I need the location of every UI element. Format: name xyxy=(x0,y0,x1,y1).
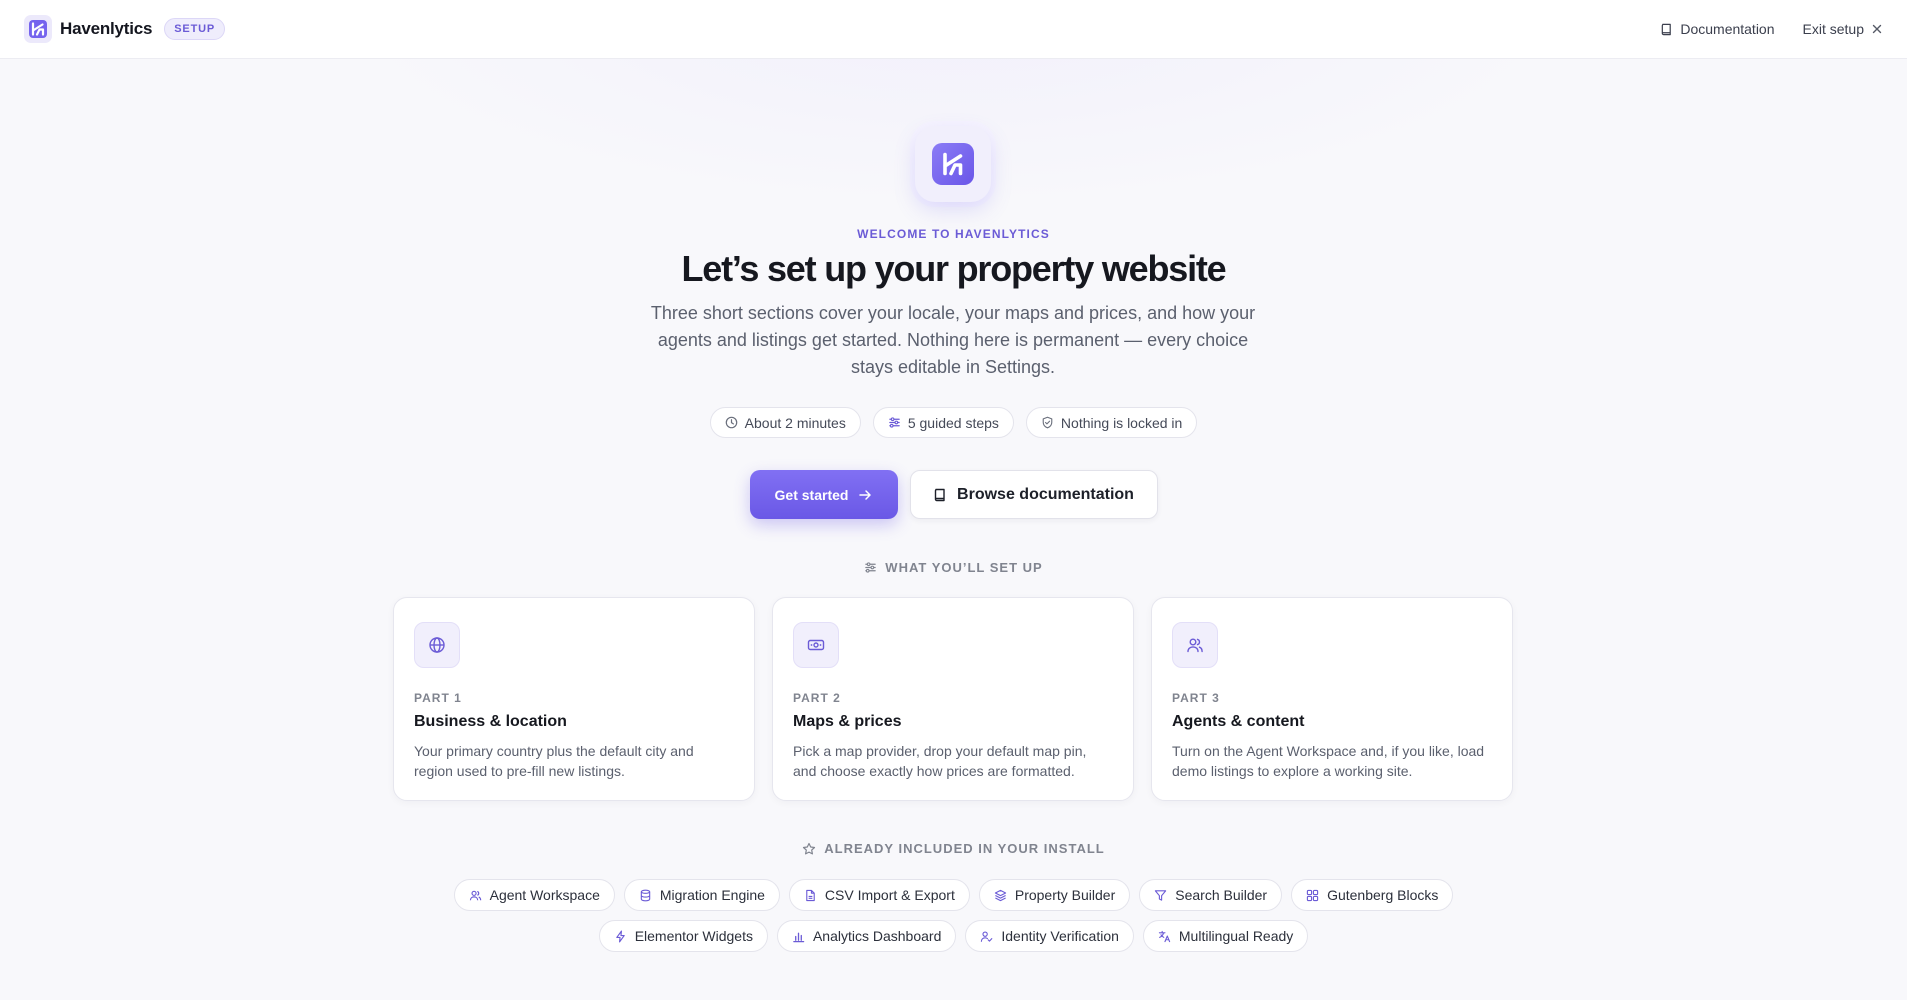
feature-label: Analytics Dashboard xyxy=(812,928,942,944)
database-icon xyxy=(639,889,652,902)
hero-logo xyxy=(915,126,991,202)
havenlytics-logo-icon xyxy=(24,15,52,43)
included-features: Agent Workspace Migration Engine CSV Imp… xyxy=(420,879,1487,952)
card-description: Pick a map provider, drop your default m… xyxy=(793,743,1087,779)
brand-name: Havenlytics xyxy=(60,19,153,38)
grid-icon xyxy=(1306,889,1319,902)
clock-icon xyxy=(725,416,738,429)
feature-migration-engine: Migration Engine xyxy=(623,879,780,911)
feature-property-builder: Property Builder xyxy=(978,879,1131,911)
card-title: Maps & prices xyxy=(793,713,902,730)
locked-chip-label: Nothing is locked in xyxy=(1060,414,1183,431)
feature-label: Search Builder xyxy=(1175,887,1268,903)
file-icon xyxy=(804,889,817,902)
setup-section-label: WHAT YOU’LL SET UP xyxy=(0,560,1907,575)
feature-analytics-dashboard: Analytics Dashboard xyxy=(776,920,957,952)
card-title: Business & location xyxy=(414,713,567,730)
feature-label: Elementor Widgets xyxy=(634,928,753,944)
setup-badge: SETUP xyxy=(164,18,225,40)
browse-documentation-label: Browse documentation xyxy=(957,485,1134,503)
layers-icon xyxy=(994,889,1007,902)
bolt-icon xyxy=(614,930,627,943)
feature-label: Identity Verification xyxy=(1001,928,1119,944)
setup-card-business-location: PART 1 Business & location Your primary … xyxy=(393,597,755,801)
setup-cards: PART 1 Business & location Your primary … xyxy=(393,597,1513,801)
included-section-label: ALREADY INCLUDED IN YOUR INSTALL xyxy=(0,841,1907,856)
feature-csv-import-export: CSV Import & Export xyxy=(788,879,970,911)
brand[interactable]: Havenlytics SETUP xyxy=(24,15,225,43)
sliders-icon xyxy=(888,416,901,429)
users-icon xyxy=(1172,622,1218,668)
feature-label: Gutenberg Blocks xyxy=(1327,887,1439,903)
globe-icon xyxy=(414,622,460,668)
book-icon xyxy=(1660,23,1673,36)
feature-elementor-widgets: Elementor Widgets xyxy=(598,920,768,952)
info-chips: About 2 minutes 5 guided steps Nothing i… xyxy=(0,407,1907,438)
card-description: Your primary country plus the default ci… xyxy=(414,743,694,779)
exit-setup-link[interactable]: Exit setup xyxy=(1803,21,1883,37)
browse-documentation-button[interactable]: Browse documentation xyxy=(909,470,1158,519)
setup-card-maps-prices: PART 2 Maps & prices Pick a map provider… xyxy=(772,597,1134,801)
page-title: Let’s set up your property website xyxy=(681,248,1227,289)
feature-label: Agent Workspace xyxy=(489,887,600,903)
havenlytics-mark-icon xyxy=(932,143,974,185)
steps-chip-label: 5 guided steps xyxy=(907,414,999,431)
feature-label: Migration Engine xyxy=(659,887,765,903)
page-subtitle: Three short sections cover your locale, … xyxy=(650,303,1256,377)
duration-chip-label: About 2 minutes xyxy=(744,414,846,431)
documentation-link[interactable]: Documentation xyxy=(1660,21,1775,37)
shield-check-icon xyxy=(1041,416,1054,429)
bar-chart-icon xyxy=(792,930,805,943)
feature-label: Multilingual Ready xyxy=(1178,928,1294,944)
setup-section-label-text: WHAT YOU’LL SET UP xyxy=(885,560,1043,575)
included-section-label-text: ALREADY INCLUDED IN YOUR INSTALL xyxy=(824,841,1105,856)
welcome-eyebrow: WELCOME TO HAVENLYTICS xyxy=(857,227,1050,241)
duration-chip: About 2 minutes xyxy=(709,407,861,438)
banknote-icon xyxy=(793,622,839,668)
feature-agent-workspace: Agent Workspace xyxy=(453,879,615,911)
top-nav: Documentation Exit setup xyxy=(1660,21,1883,37)
exit-setup-label: Exit setup xyxy=(1802,21,1864,37)
card-part: PART 2 xyxy=(793,691,841,705)
star-icon xyxy=(802,842,816,856)
user-check-icon xyxy=(980,930,993,943)
feature-label: Property Builder xyxy=(1014,887,1116,903)
feature-search-builder: Search Builder xyxy=(1139,879,1283,911)
feature-gutenberg-blocks: Gutenberg Blocks xyxy=(1291,879,1454,911)
filter-icon xyxy=(1154,889,1167,902)
users-icon xyxy=(469,889,482,902)
feature-multilingual-ready: Multilingual Ready xyxy=(1142,920,1309,952)
get-started-label: Get started xyxy=(774,486,849,503)
feature-identity-verification: Identity Verification xyxy=(965,920,1134,952)
cta-row: Get started Browse documentation xyxy=(0,470,1907,519)
documentation-link-label: Documentation xyxy=(1680,21,1775,37)
feature-label: CSV Import & Export xyxy=(824,887,955,903)
locked-chip: Nothing is locked in xyxy=(1025,407,1198,438)
card-part: PART 1 xyxy=(414,691,462,705)
arrow-right-icon xyxy=(858,488,872,502)
setup-card-agents-content: PART 3 Agents & content Turn on the Agen… xyxy=(1151,597,1513,801)
get-started-button[interactable]: Get started xyxy=(749,470,898,519)
sliders-icon xyxy=(864,561,877,574)
card-title: Agents & content xyxy=(1172,713,1305,730)
card-part: PART 3 xyxy=(1172,691,1220,705)
top-bar: Havenlytics SETUP Documentation Exit set… xyxy=(0,0,1907,59)
card-description: Turn on the Agent Workspace and, if you … xyxy=(1172,743,1485,779)
translate-icon xyxy=(1158,930,1171,943)
book-icon xyxy=(933,488,947,502)
close-icon xyxy=(1871,23,1883,35)
steps-chip: 5 guided steps xyxy=(872,407,1014,438)
